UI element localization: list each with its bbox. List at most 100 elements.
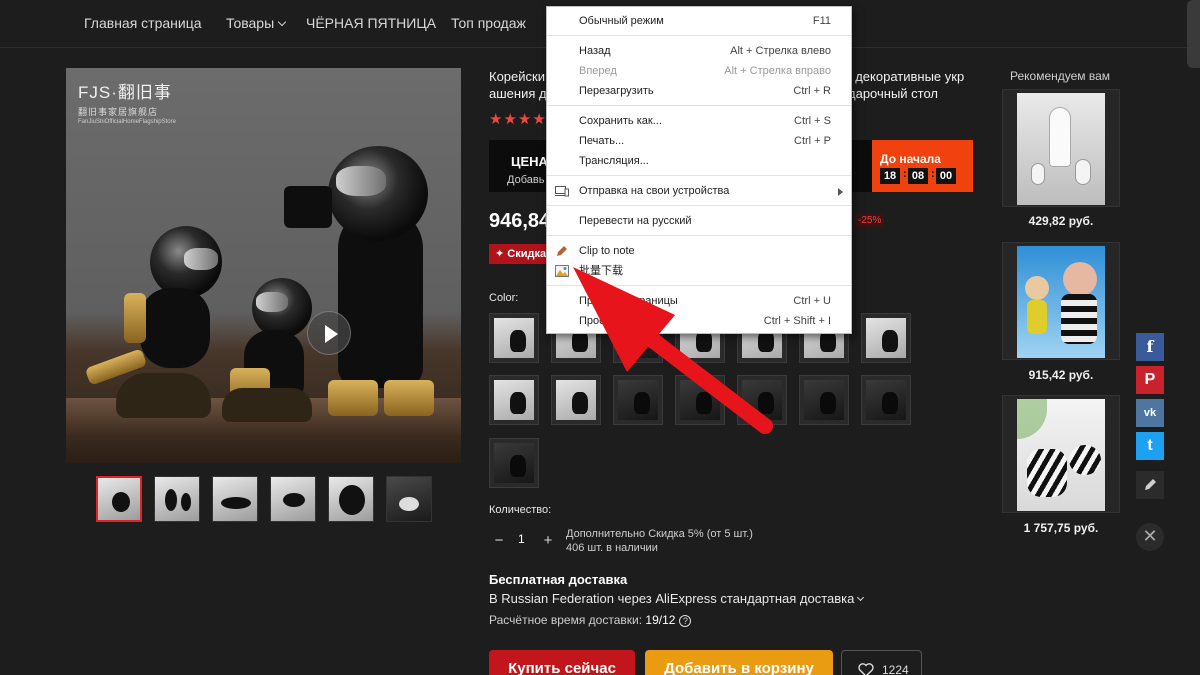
color-swatch[interactable] (489, 438, 539, 488)
big-figure-boot-right (384, 380, 434, 416)
menu-item-shortcut: Alt + Стрелка влево (730, 45, 831, 57)
twitter-share-button[interactable]: t (1136, 432, 1164, 460)
quantity-increase-button[interactable]: + (540, 532, 556, 549)
color-swatch[interactable] (613, 375, 663, 425)
menu-item-shortcut: Ctrl + S (794, 115, 831, 127)
vk-share-button[interactable]: vk (1136, 399, 1164, 427)
add-to-cart-button[interactable]: Добавить в корзину (645, 650, 833, 675)
brand-sub: 翻旧事家居旗舰店 (78, 107, 159, 117)
pinterest-share-button[interactable]: P (1136, 366, 1164, 394)
menu-item-shortcut: Alt + Стрелка вправо (724, 65, 831, 77)
menu-item-translate[interactable]: Перевести на русский (547, 211, 851, 231)
menu-item-view-source[interactable]: Про кода страницы Ctrl + U (547, 291, 851, 311)
play-video-button[interactable] (307, 311, 351, 355)
brand-main: FJS·翻旧事 (78, 83, 172, 102)
rating-stars[interactable]: ★★★★ (489, 110, 547, 128)
nav-home[interactable]: Главная страница (84, 15, 202, 31)
recommend-card[interactable] (1002, 395, 1120, 513)
menu-item-send-to-devices[interactable]: Отправка на свои устройства (547, 181, 851, 201)
brand-watermark: FJS·翻旧事 翻旧事家居旗舰店 FanJiuShiOfficialHomeFl… (78, 78, 176, 125)
menu-item-save-as[interactable]: Сохранить как... Ctrl + S (547, 111, 851, 131)
menu-item-label: Назад (579, 45, 611, 57)
facebook-share-button[interactable]: f (1136, 333, 1164, 361)
bulk-discount-note: Дополнительно Скидка 5% (от 5 шт.) (566, 528, 753, 540)
clip-note-icon (557, 246, 567, 256)
thumbnail[interactable] (212, 476, 258, 522)
coral-base (116, 373, 211, 418)
recommend-card[interactable] (1002, 89, 1120, 207)
vk-icon: vk (1143, 407, 1157, 419)
menu-item-label: Про кода страницы (579, 295, 678, 307)
chevron-down-icon (277, 17, 287, 27)
menu-item-shortcut: Ctrl + P (794, 135, 831, 147)
thumbnail[interactable] (328, 476, 374, 522)
menu-item-reload[interactable]: Перезагрузить Ctrl + R (547, 81, 851, 101)
wishlist-count: 1224 (882, 663, 909, 675)
swatch-image (556, 380, 596, 420)
quantity-input[interactable]: 1 (518, 532, 525, 546)
recommend-price: 1 757,75 руб. (1023, 521, 1099, 535)
countdown-minutes: 08 (908, 168, 928, 184)
menu-item-inspect[interactable]: Прос Ctrl + Shift + I (547, 311, 851, 331)
swatch-image (866, 380, 906, 420)
context-menu: Обычный режим F11 Назад Alt + Стрелка влев… (546, 6, 852, 334)
nav-top-sales[interactable]: Топ продаж (451, 15, 526, 31)
nav-products[interactable]: Товары (226, 15, 287, 31)
help-icon[interactable]: ? (679, 615, 692, 627)
menu-item-clip-to-note[interactable]: Clip to note (547, 241, 851, 261)
menu-item-batch-download[interactable]: 批量下载 (547, 261, 851, 281)
camera-prop (284, 186, 332, 228)
thumbnail[interactable] (154, 476, 200, 522)
menu-separator (547, 235, 851, 236)
menu-item-label: Трансляция... (579, 155, 649, 167)
quantity-decrease-button[interactable]: − (491, 532, 507, 549)
menu-item-cast[interactable]: Трансляция... (547, 151, 851, 171)
facebook-icon: f (1146, 337, 1154, 356)
menu-separator (547, 35, 851, 36)
menu-item-fullscreen[interactable]: Обычный режим F11 (547, 11, 851, 31)
nav-black-friday[interactable]: ЧЁРНАЯ ПЯТНИЦА (306, 15, 436, 31)
swatch-image (618, 380, 658, 420)
menu-item-label: Clip to note (579, 245, 635, 257)
quantity-label: Количество: (489, 504, 552, 516)
countdown-label: До начала (880, 152, 941, 166)
delivery-estimate-label: Расчётное время доставки: (489, 613, 643, 627)
thumbnail[interactable] (386, 476, 432, 522)
shipping-method-label: В Russian Federation через AliExpress ст… (489, 591, 855, 606)
color-swatch[interactable] (861, 313, 911, 363)
menu-item-back[interactable]: Назад Alt + Стрелка влево (547, 41, 851, 61)
menu-item-shortcut: Ctrl + R (793, 85, 831, 97)
submenu-arrow-icon (838, 188, 843, 196)
color-swatch[interactable] (861, 375, 911, 425)
left-figure-tank (124, 293, 146, 343)
menu-item-label: Вперед (579, 65, 617, 77)
shipping-method[interactable]: В Russian Federation через AliExpress ст… (489, 591, 865, 606)
color-swatch[interactable] (489, 313, 539, 363)
recommend-card[interactable] (1002, 242, 1120, 360)
color-swatch[interactable] (489, 375, 539, 425)
swatch-image (494, 318, 534, 358)
menu-item-label: Сохранить как... (579, 115, 662, 127)
stock-note: 406 шт. в наличии (566, 542, 658, 554)
recommend-image (1017, 246, 1105, 358)
buy-now-button[interactable]: Купить сейчас (489, 650, 635, 675)
middle-figure-visor (256, 292, 288, 312)
menu-item-print[interactable]: Печать... Ctrl + P (547, 131, 851, 151)
color-swatch[interactable] (737, 375, 787, 425)
edit-button[interactable] (1136, 471, 1164, 499)
thumbnail[interactable] (270, 476, 316, 522)
recommend-price: 915,42 руб. (1028, 368, 1094, 382)
color-swatch[interactable] (551, 375, 601, 425)
wishlist-button[interactable]: 1224 (841, 650, 922, 675)
menu-item-forward[interactable]: Вперед Alt + Стрелка вправо (547, 61, 851, 81)
color-swatch[interactable] (675, 375, 725, 425)
color-swatch[interactable] (799, 375, 849, 425)
close-button[interactable]: ✕ (1136, 523, 1164, 551)
main-product-image[interactable]: FJS·翻旧事 翻旧事家居旗舰店 FanJiuShiOfficialHomeFl… (66, 68, 461, 463)
chevron-down-icon (857, 593, 865, 602)
scroll-edge[interactable] (1187, 0, 1200, 68)
big-figure-boot-left (328, 380, 378, 416)
menu-item-label: Перевести на русский (579, 215, 692, 227)
thumbnail[interactable] (96, 476, 142, 522)
menu-item-label: Перезагрузить (579, 85, 654, 97)
